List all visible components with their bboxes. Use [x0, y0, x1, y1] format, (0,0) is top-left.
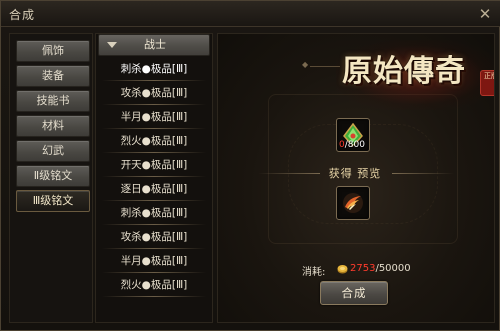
recipe-item[interactable]: 逐日●极品[Ⅲ]: [98, 178, 210, 200]
craft-button[interactable]: 合成: [320, 281, 388, 305]
gold-coin-icon: [337, 265, 348, 274]
list-divider: [102, 200, 206, 201]
recipe-item[interactable]: 烈火●极品[Ⅲ]: [98, 274, 210, 296]
list-divider: [102, 152, 206, 153]
material-slot[interactable]: 0/800: [336, 118, 370, 152]
close-icon[interactable]: ✕: [475, 4, 495, 24]
cost-value: 2753/50000: [350, 263, 411, 274]
material-count: 0/800: [339, 140, 365, 150]
class-group-label: 战士: [144, 38, 166, 51]
list-divider: [102, 128, 206, 129]
window-title: 合成: [9, 8, 36, 22]
list-divider: [102, 104, 206, 105]
tab-accessories[interactable]: 佩饰: [16, 40, 90, 62]
list-divider: [102, 176, 206, 177]
ornament-mark: ◆: [302, 60, 309, 69]
game-logo: 原始傳奇: [342, 54, 466, 89]
result-slot[interactable]: [336, 186, 370, 220]
tab-skill-books[interactable]: 技能书: [16, 90, 90, 112]
recipe-item[interactable]: 刺杀●极品[Ⅲ]: [98, 202, 210, 224]
logo-seal: 正版: [480, 70, 494, 96]
recipe-item[interactable]: 攻杀●极品[Ⅲ]: [98, 82, 210, 104]
recipe-item[interactable]: 半月●极品[Ⅲ]: [98, 250, 210, 272]
title-bar[interactable]: 合成 ✕: [1, 1, 500, 27]
ornament-line: [310, 66, 340, 67]
recipe-list: 战士 刺杀●极品[Ⅲ] 攻杀●极品[Ⅲ] 半月●极品[Ⅲ] 烈火●极品[Ⅲ] 开…: [95, 33, 213, 323]
list-divider: [102, 224, 206, 225]
recipe-item[interactable]: 刺杀●极品[Ⅲ]: [98, 58, 210, 80]
recipe-item[interactable]: 开天●极品[Ⅲ]: [98, 154, 210, 176]
list-divider: [102, 248, 206, 249]
cost-have: 2753: [350, 263, 376, 274]
preview-label: 获得 预览: [328, 167, 382, 180]
list-divider: [102, 296, 206, 297]
material-need: /800: [344, 140, 365, 150]
list-divider: [102, 80, 206, 81]
preview-divider-left: [258, 173, 320, 174]
crafting-window: 合成 ✕ 佩饰 装备 技能书 材料 幻武 Ⅱ级铭文 Ⅲ级铭文 战士 刺杀●极品[…: [0, 0, 500, 331]
tab-equipment[interactable]: 装备: [16, 65, 90, 87]
cost-need: /50000: [375, 263, 411, 274]
recipe-item[interactable]: 半月●极品[Ⅲ]: [98, 106, 210, 128]
flame-wing-icon: [343, 193, 363, 213]
recipe-item[interactable]: 攻杀●极品[Ⅲ]: [98, 226, 210, 248]
tab-materials[interactable]: 材料: [16, 115, 90, 137]
recipe-item[interactable]: 烈火●极品[Ⅲ]: [98, 130, 210, 152]
list-divider: [102, 272, 206, 273]
class-group-header[interactable]: 战士: [98, 34, 210, 56]
category-tabs: 佩饰 装备 技能书 材料 幻武 Ⅱ级铭文 Ⅲ级铭文: [9, 33, 93, 323]
craft-panel: ◆ 原始傳奇 正版 0/800 获得 预览 消耗:: [217, 33, 495, 323]
tab-level-2-inscriptions[interactable]: Ⅱ级铭文: [16, 165, 90, 187]
tab-phantom-weapons[interactable]: 幻武: [16, 140, 90, 162]
preview-divider-right: [392, 173, 454, 174]
tab-level-3-inscriptions[interactable]: Ⅲ级铭文: [16, 190, 90, 212]
cost-label: 消耗:: [302, 267, 326, 278]
